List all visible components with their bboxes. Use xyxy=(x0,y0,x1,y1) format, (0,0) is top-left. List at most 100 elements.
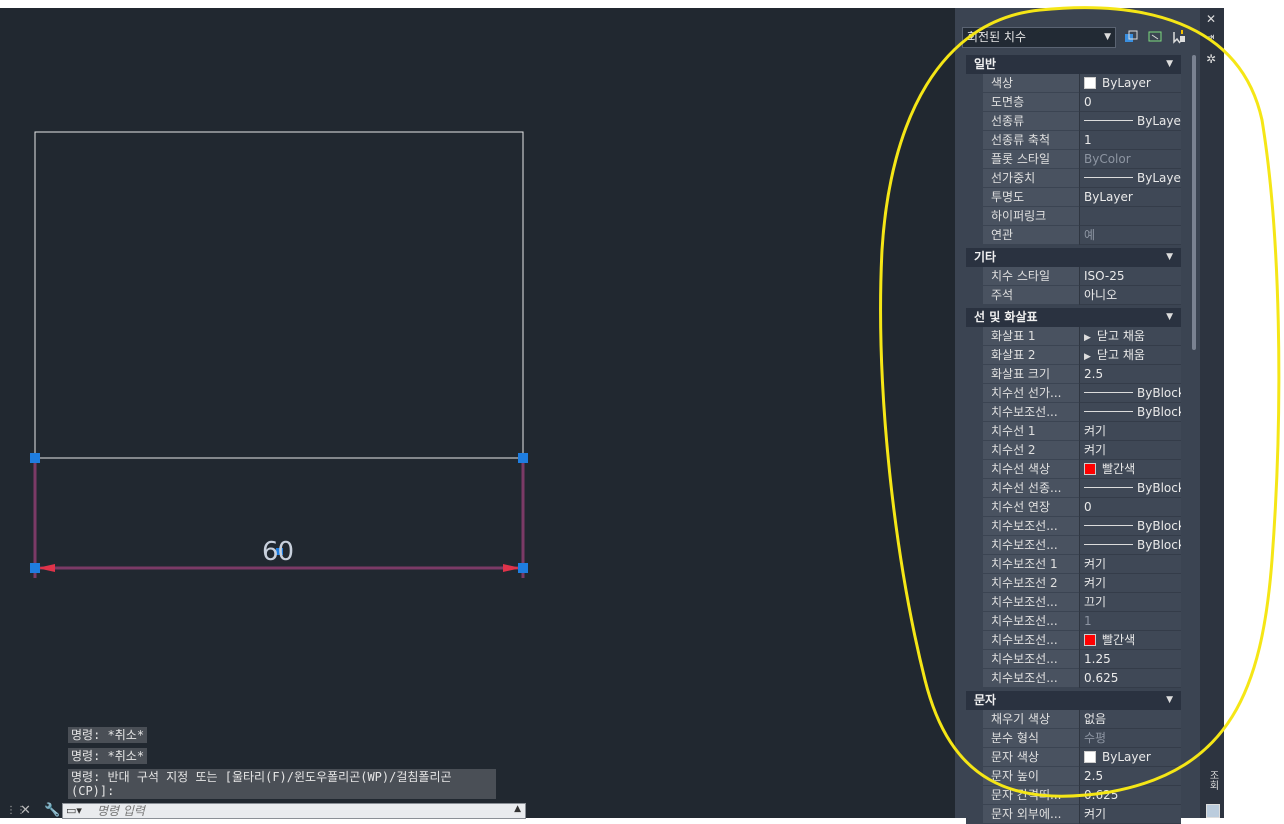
property-row[interactable]: 분수 형식 수평 xyxy=(966,729,1181,748)
command-input[interactable] xyxy=(97,804,497,818)
property-value[interactable]: 끄기 xyxy=(1079,593,1181,612)
property-row[interactable]: 선종류 축척 1 xyxy=(966,131,1181,150)
property-row[interactable]: 치수보조선... 끄기 xyxy=(966,593,1181,612)
property-row[interactable]: 치수보조선... ByBlock xyxy=(966,517,1181,536)
section-header[interactable]: 선 및 화살표 ▼ xyxy=(966,308,1181,327)
property-value[interactable]: 1.25 xyxy=(1079,650,1181,669)
property-value[interactable]: 0 xyxy=(1079,93,1181,112)
property-row[interactable]: 치수 스타일 ISO-25 xyxy=(966,267,1181,286)
quick-select-icon[interactable] xyxy=(1172,30,1186,44)
property-value[interactable]: 1 xyxy=(1079,612,1181,631)
property-value[interactable]: 빨간색 xyxy=(1079,631,1181,650)
property-row[interactable]: 선가중치 ByLayer xyxy=(966,169,1181,188)
property-value[interactable]: 0 xyxy=(1079,498,1181,517)
property-value[interactable]: ByBlock xyxy=(1079,536,1181,555)
grip-point[interactable] xyxy=(30,453,40,463)
property-row[interactable]: 채우기 색상 없음 xyxy=(966,710,1181,729)
property-row[interactable]: 문자 외부에... 켜기 xyxy=(966,805,1181,824)
drawing-canvas[interactable]: 60 명령: *취소* 명령: *취소* 명령: 반대 구석 지정 또는 [울타… xyxy=(0,8,955,819)
property-row[interactable]: 치수선 2 켜기 xyxy=(966,441,1181,460)
chevron-up-icon[interactable]: ▲ xyxy=(514,804,521,814)
command-prompt-icon[interactable]: ▭▾ xyxy=(66,804,82,817)
property-value[interactable]: 2.5 xyxy=(1079,365,1181,384)
property-row[interactable]: 치수보조선 2 켜기 xyxy=(966,574,1181,593)
property-value[interactable]: 수평 xyxy=(1079,729,1181,748)
property-value[interactable]: 없음 xyxy=(1079,710,1181,729)
dimension-text[interactable]: 60 xyxy=(262,537,294,567)
wrench-icon[interactable]: 🔧 xyxy=(44,803,60,818)
select-objects-icon[interactable] xyxy=(1148,30,1162,44)
property-value[interactable]: ByBlock xyxy=(1079,403,1181,422)
property-value[interactable]: 켜기 xyxy=(1079,441,1181,460)
property-value[interactable]: ByBlock xyxy=(1079,384,1181,403)
property-value[interactable]: 켜기 xyxy=(1079,805,1181,824)
property-value[interactable]: ByLayer xyxy=(1079,748,1181,767)
property-row[interactable]: 문자 간격띄... 0.625 xyxy=(966,786,1181,805)
property-value[interactable]: 켜기 xyxy=(1079,574,1181,593)
property-row[interactable]: 선종류 ByLayer xyxy=(966,112,1181,131)
property-value[interactable]: ByBlock xyxy=(1079,479,1181,498)
property-value[interactable]: ▶ 닫고 채움 xyxy=(1079,346,1181,365)
section-header[interactable]: 문자 ▼ xyxy=(966,691,1181,710)
property-row[interactable]: 투명도 ByLayer xyxy=(966,188,1181,207)
grip-point[interactable] xyxy=(518,563,528,573)
property-row[interactable]: 치수선 선종... ByBlock xyxy=(966,479,1181,498)
drawing-svg[interactable] xyxy=(0,8,955,818)
property-value[interactable]: 켜기 xyxy=(1079,555,1181,574)
property-row[interactable]: 문자 높이 2.5 xyxy=(966,767,1181,786)
property-name: 치수보조선... xyxy=(983,631,1079,650)
close-icon[interactable]: ✕ xyxy=(20,803,31,818)
property-row[interactable]: 플롯 스타일 ByColor xyxy=(966,150,1181,169)
property-value[interactable]: 1 xyxy=(1079,131,1181,150)
property-value[interactable]: ByLayer xyxy=(1079,169,1181,188)
property-row[interactable]: 치수보조선... 빨간색 xyxy=(966,631,1181,650)
property-value[interactable]: ByLayer xyxy=(1079,188,1181,207)
property-value[interactable]: ▶ 닫고 채움 xyxy=(1079,327,1181,346)
property-value[interactable]: 빨간색 xyxy=(1079,460,1181,479)
property-value[interactable]: 0.625 xyxy=(1079,786,1181,805)
property-value[interactable]: ByColor xyxy=(1079,150,1181,169)
property-row[interactable]: 치수보조선... ByBlock xyxy=(966,403,1181,422)
grip-point[interactable] xyxy=(30,563,40,573)
property-value[interactable]: ByBlock xyxy=(1079,517,1181,536)
property-value[interactable]: 2.5 xyxy=(1079,767,1181,786)
property-value[interactable]: 0.625 xyxy=(1079,669,1181,688)
property-value[interactable]: 아니오 xyxy=(1079,286,1181,305)
property-row[interactable]: 치수선 연장 0 xyxy=(966,498,1181,517)
property-row[interactable]: 치수선 선가... ByBlock xyxy=(966,384,1181,403)
section-header[interactable]: 일반 ▼ xyxy=(966,55,1181,74)
property-row[interactable]: 치수보조선... ByBlock xyxy=(966,536,1181,555)
property-value[interactable]: 예 xyxy=(1079,226,1181,245)
property-value[interactable]: 켜기 xyxy=(1079,422,1181,441)
property-value[interactable]: ByLayer xyxy=(1079,74,1181,93)
grip-point[interactable] xyxy=(518,453,528,463)
scrollbar[interactable] xyxy=(1192,55,1196,350)
property-row[interactable]: 치수선 1 켜기 xyxy=(966,422,1181,441)
gear-icon[interactable]: ✲ xyxy=(1206,52,1216,66)
property-row[interactable]: 하이퍼링크 xyxy=(966,207,1181,226)
toggle-pickadd-icon[interactable] xyxy=(1124,30,1138,44)
property-row[interactable]: 치수보조선... 1 xyxy=(966,612,1181,631)
property-row[interactable]: 치수보조선... 1.25 xyxy=(966,650,1181,669)
property-value[interactable] xyxy=(1079,207,1181,226)
close-icon[interactable]: ✕ xyxy=(1206,12,1216,26)
property-row[interactable]: 도면층 0 xyxy=(966,93,1181,112)
property-value[interactable]: ByLayer xyxy=(1079,112,1181,131)
command-input-box[interactable]: ▭▾ ▲ xyxy=(62,803,526,819)
property-row[interactable]: 화살표 크기 2.5 xyxy=(966,365,1181,384)
property-row[interactable]: 화살표 1 ▶ 닫고 채움 xyxy=(966,327,1181,346)
property-row[interactable]: 치수보조선 1 켜기 xyxy=(966,555,1181,574)
object-type-selector[interactable]: 회전된 치수 ▼ xyxy=(962,27,1116,48)
property-row[interactable]: 색상 ByLayer xyxy=(966,74,1181,93)
palette-icon[interactable] xyxy=(1206,804,1220,818)
property-value[interactable]: ISO-25 xyxy=(1079,267,1181,286)
property-row[interactable]: 치수선 색상 빨간색 xyxy=(966,460,1181,479)
property-row[interactable]: 주석 아니오 xyxy=(966,286,1181,305)
property-row[interactable]: 연관 예 xyxy=(966,226,1181,245)
section-header[interactable]: 기타 ▼ xyxy=(966,248,1181,267)
property-row[interactable]: 치수보조선... 0.625 xyxy=(966,669,1181,688)
property-row[interactable]: 화살표 2 ▶ 닫고 채움 xyxy=(966,346,1181,365)
auto-hide-icon[interactable]: ⇥ xyxy=(1206,32,1214,43)
row-gutter xyxy=(966,267,983,286)
property-row[interactable]: 문자 색상 ByLayer xyxy=(966,748,1181,767)
